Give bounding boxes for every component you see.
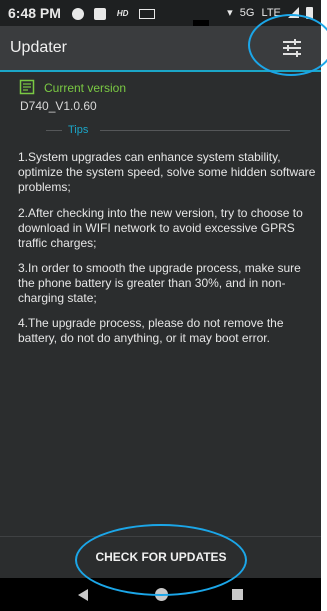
hd-icon: HD — [116, 9, 129, 19]
tip-item: 3.In order to smooth the upgrade process… — [18, 261, 301, 305]
current-version-value: D740_V1.0.60 — [20, 99, 97, 113]
tip-item: 2.After checking into the new version, t… — [18, 206, 303, 250]
tips-divider-left — [46, 130, 62, 131]
document-icon — [19, 79, 35, 100]
page-title: Updater — [10, 39, 67, 56]
status-time: 6:48 PM — [8, 5, 61, 21]
recent-apps-icon[interactable] — [232, 589, 243, 600]
card-icon — [138, 8, 155, 19]
notification-circle-icon — [72, 7, 84, 20]
tip-item: 1.System upgrades can enhance system sta… — [18, 150, 316, 194]
tip-item: 4.The upgrade process, please do not rem… — [18, 316, 284, 345]
phone-screen: 6:48 PM HD ▾ 5G LTE Updater Current vers… — [0, 0, 321, 611]
settings-highlight-ring — [248, 14, 327, 76]
notification-calendar-icon — [94, 7, 107, 20]
tips-heading: Tips — [68, 124, 89, 136]
back-icon[interactable] — [78, 589, 88, 601]
tips-divider-right — [100, 130, 290, 131]
button-highlight-ring — [75, 524, 247, 596]
current-version-label: Current version — [44, 81, 127, 95]
notification-icons: HD — [72, 5, 161, 23]
wifi-icon: ▾ — [227, 7, 233, 19]
network-label: 5G — [239, 6, 255, 19]
